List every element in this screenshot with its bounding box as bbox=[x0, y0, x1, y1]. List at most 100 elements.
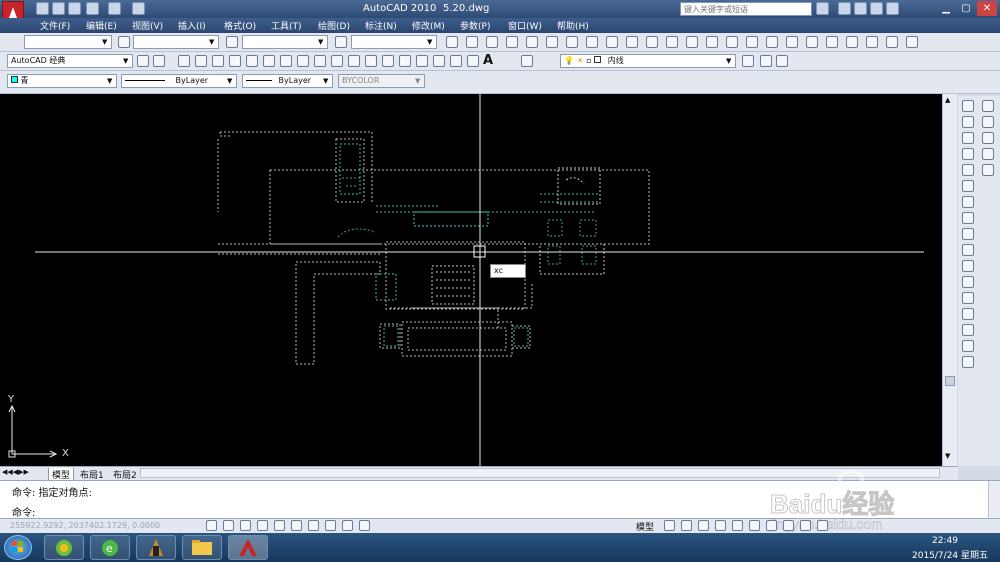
table-style-icon[interactable] bbox=[226, 36, 238, 48]
layer-dropdown[interactable]: 💡 ☀ ▫ 内线 ▼ bbox=[560, 54, 736, 68]
table-style-dropdown[interactable]: ▼ bbox=[242, 35, 328, 49]
make-current-layer-icon[interactable] bbox=[742, 55, 754, 67]
design-center-icon[interactable] bbox=[826, 36, 838, 48]
layer-properties-icon[interactable] bbox=[521, 55, 533, 67]
menu-dimension[interactable]: 标注(N) bbox=[365, 19, 397, 32]
break-at-point-icon[interactable] bbox=[962, 276, 974, 288]
lineweight-dropdown[interactable]: ByLayer ▼ bbox=[242, 74, 333, 88]
steering-wheel-icon[interactable] bbox=[732, 520, 743, 531]
toolbar-lock-icon[interactable] bbox=[817, 520, 828, 531]
mirror-icon[interactable] bbox=[962, 132, 974, 144]
workspace-settings-icon[interactable] bbox=[137, 55, 149, 67]
cut-icon[interactable] bbox=[586, 36, 598, 48]
revision-cloud-icon[interactable] bbox=[297, 55, 309, 67]
region-icon[interactable] bbox=[450, 55, 462, 67]
fillet-icon[interactable] bbox=[962, 340, 974, 352]
layer-state-icon[interactable] bbox=[776, 55, 788, 67]
scroll-up-arrow[interactable]: ▲ bbox=[945, 96, 955, 106]
minimize-button[interactable]: ▁ bbox=[936, 1, 956, 16]
save-icon[interactable] bbox=[486, 36, 498, 48]
3d-dwf-icon[interactable] bbox=[566, 36, 578, 48]
polar-icon[interactable] bbox=[257, 520, 268, 531]
menu-view[interactable]: 视图(V) bbox=[132, 19, 163, 32]
dynamic-input-box[interactable]: xc bbox=[490, 264, 526, 278]
polygon-icon[interactable] bbox=[229, 55, 241, 67]
menu-window[interactable]: 窗口(W) bbox=[508, 19, 542, 32]
offset-icon[interactable] bbox=[962, 148, 974, 160]
dyn-icon[interactable] bbox=[325, 520, 336, 531]
erase-icon[interactable] bbox=[962, 100, 974, 112]
scale-icon[interactable] bbox=[962, 212, 974, 224]
workspace-switch-icon[interactable] bbox=[800, 520, 811, 531]
plot-preview-icon[interactable] bbox=[526, 36, 538, 48]
layer-tool-2-icon[interactable] bbox=[982, 148, 994, 160]
zoom-status-icon[interactable] bbox=[715, 520, 726, 531]
table-icon[interactable] bbox=[467, 55, 479, 67]
polyline-icon[interactable] bbox=[212, 55, 224, 67]
ducs-icon[interactable] bbox=[308, 520, 319, 531]
command-prompt[interactable]: 命令: bbox=[12, 504, 35, 519]
drawing-canvas[interactable]: xc Y X bbox=[0, 94, 942, 466]
binoculars-icon[interactable] bbox=[816, 2, 829, 15]
layer-previous-icon[interactable] bbox=[760, 55, 772, 67]
otrack-icon[interactable] bbox=[291, 520, 302, 531]
circle-icon[interactable] bbox=[280, 55, 292, 67]
taskbar-app-media[interactable] bbox=[136, 535, 176, 560]
clock-date[interactable]: 2015/7/24 星期五 bbox=[912, 548, 988, 561]
quickcalc-icon[interactable] bbox=[906, 36, 918, 48]
properties-icon[interactable] bbox=[806, 36, 818, 48]
menu-modify[interactable]: 修改(M) bbox=[412, 19, 445, 32]
copy-object-icon[interactable] bbox=[962, 116, 974, 128]
redo-icon[interactable] bbox=[108, 2, 121, 15]
make-block-icon[interactable] bbox=[382, 55, 394, 67]
taskbar-app-explorer[interactable] bbox=[182, 535, 222, 560]
plotstyle-dropdown[interactable]: BYCOLOR ▼ bbox=[338, 74, 425, 88]
menu-draw[interactable]: 绘图(D) bbox=[318, 19, 350, 32]
dim-style-dropdown[interactable]: ▼ bbox=[133, 35, 219, 49]
save-icon[interactable] bbox=[68, 2, 81, 15]
menu-file[interactable]: 文件(F) bbox=[40, 19, 70, 32]
construction-line-icon[interactable] bbox=[195, 55, 207, 67]
scroll-down-arrow[interactable]: ▼ bbox=[945, 452, 955, 462]
taskbar-app-autocad[interactable] bbox=[228, 535, 268, 560]
ortho-icon[interactable] bbox=[240, 520, 251, 531]
menu-help[interactable]: 帮助(H) bbox=[557, 19, 589, 32]
zoom-previous-icon[interactable] bbox=[786, 36, 798, 48]
plot-icon[interactable] bbox=[132, 2, 145, 15]
star-icon[interactable] bbox=[870, 2, 883, 15]
ellipse-arc-icon[interactable] bbox=[348, 55, 360, 67]
open-file-icon[interactable] bbox=[52, 2, 65, 15]
vertical-scrollbar[interactable]: ▲ ▼ bbox=[942, 94, 957, 466]
multileader-style-icon[interactable] bbox=[335, 36, 347, 48]
gradient-icon[interactable] bbox=[433, 55, 445, 67]
zoom-window-icon[interactable] bbox=[766, 36, 778, 48]
match-properties-icon[interactable] bbox=[646, 36, 658, 48]
rectangle-icon[interactable] bbox=[246, 55, 258, 67]
model-space-button[interactable]: 模型 bbox=[636, 520, 654, 533]
explode-icon[interactable] bbox=[962, 356, 974, 368]
workspace-toggle-icon[interactable] bbox=[153, 55, 165, 67]
hatch-icon[interactable] bbox=[416, 55, 428, 67]
showmotion-icon[interactable] bbox=[749, 520, 760, 531]
insert-block-icon[interactable] bbox=[365, 55, 377, 67]
block-editor-icon[interactable] bbox=[666, 36, 678, 48]
stretch-icon[interactable] bbox=[962, 228, 974, 240]
annotation-scale-icon[interactable] bbox=[766, 520, 777, 531]
new-icon[interactable] bbox=[446, 36, 458, 48]
text-tool-icon[interactable]: A bbox=[483, 53, 493, 68]
search-input[interactable]: 键入关键字或短语 bbox=[680, 2, 812, 16]
menu-parametric[interactable]: 参数(P) bbox=[460, 19, 490, 32]
layer-tool-3-icon[interactable] bbox=[982, 164, 994, 176]
new-file-icon[interactable] bbox=[36, 2, 49, 15]
multileader-style-dropdown[interactable]: ▼ bbox=[351, 35, 437, 49]
close-button[interactable]: ✕ bbox=[977, 1, 997, 16]
menu-format[interactable]: 格式(O) bbox=[224, 19, 256, 32]
layer-tool-icon[interactable] bbox=[982, 132, 994, 144]
quick-properties-icon[interactable] bbox=[359, 520, 370, 531]
extend-icon[interactable] bbox=[962, 260, 974, 272]
lineweight-icon[interactable] bbox=[342, 520, 353, 531]
annotation-visibility-icon[interactable] bbox=[783, 520, 794, 531]
line-icon[interactable] bbox=[178, 55, 190, 67]
redo-icon[interactable] bbox=[706, 36, 718, 48]
linetype-dropdown[interactable]: ByLayer ▼ bbox=[121, 74, 237, 88]
